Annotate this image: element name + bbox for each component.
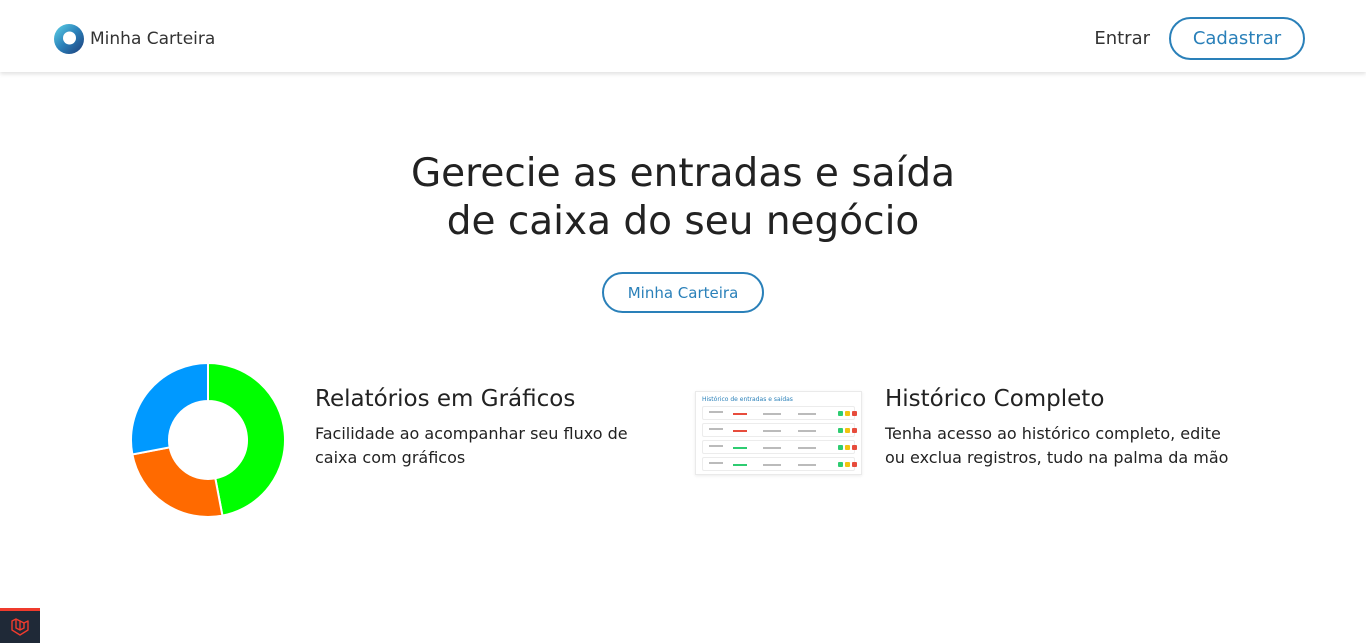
thumbnail-row (702, 457, 857, 471)
feature-reports-title: Relatórios em Gráficos (315, 386, 576, 412)
feature-history: Histórico Completo Tenha acesso ao histó… (885, 384, 1245, 470)
feature-reports-description: Facilidade ao acompanhar seu fluxo de ca… (315, 424, 628, 467)
donut-slice-2 (130, 362, 209, 456)
hero-section: Gerecie as entradas e saída de caixa do … (0, 150, 1366, 246)
brand-name: Minha Carteira (90, 29, 216, 49)
history-table-thumbnail: Histórico de entradas e saídas (695, 391, 862, 475)
thumbnail-row (702, 423, 857, 437)
my-wallet-button[interactable]: Minha Carteira (602, 272, 764, 313)
thumbnail-row (702, 406, 857, 420)
hero-title-line-1: Gerecie as entradas e saída (410, 151, 956, 196)
hero-title: Gerecie as entradas e saída de caixa do … (0, 150, 1366, 246)
brand-link[interactable]: Minha Carteira (54, 24, 215, 54)
laravel-badge[interactable] (0, 608, 40, 643)
laravel-icon (11, 618, 29, 636)
feature-reports: Relatórios em Gráficos Facilidade ao aco… (315, 384, 655, 470)
donut-slice-0 (207, 362, 286, 517)
navbar: Minha Carteira Entrar Cadastrar (0, 0, 1366, 72)
feature-history-description: Tenha acesso ao histórico completo, edit… (885, 424, 1229, 467)
donut-chart-icon (130, 362, 286, 518)
donut-slice-1 (131, 446, 224, 518)
thumbnail-title: Histórico de entradas e saídas (702, 396, 793, 403)
login-link[interactable]: Entrar (1094, 28, 1150, 49)
signup-button[interactable]: Cadastrar (1169, 17, 1305, 60)
hero-title-line-2: de caixa do seu negócio (446, 199, 920, 244)
thumbnail-row (702, 440, 857, 454)
nav-actions: Entrar Cadastrar (1094, 17, 1305, 60)
feature-history-title: Histórico Completo (885, 386, 1105, 412)
wallet-logo-icon (54, 24, 84, 54)
